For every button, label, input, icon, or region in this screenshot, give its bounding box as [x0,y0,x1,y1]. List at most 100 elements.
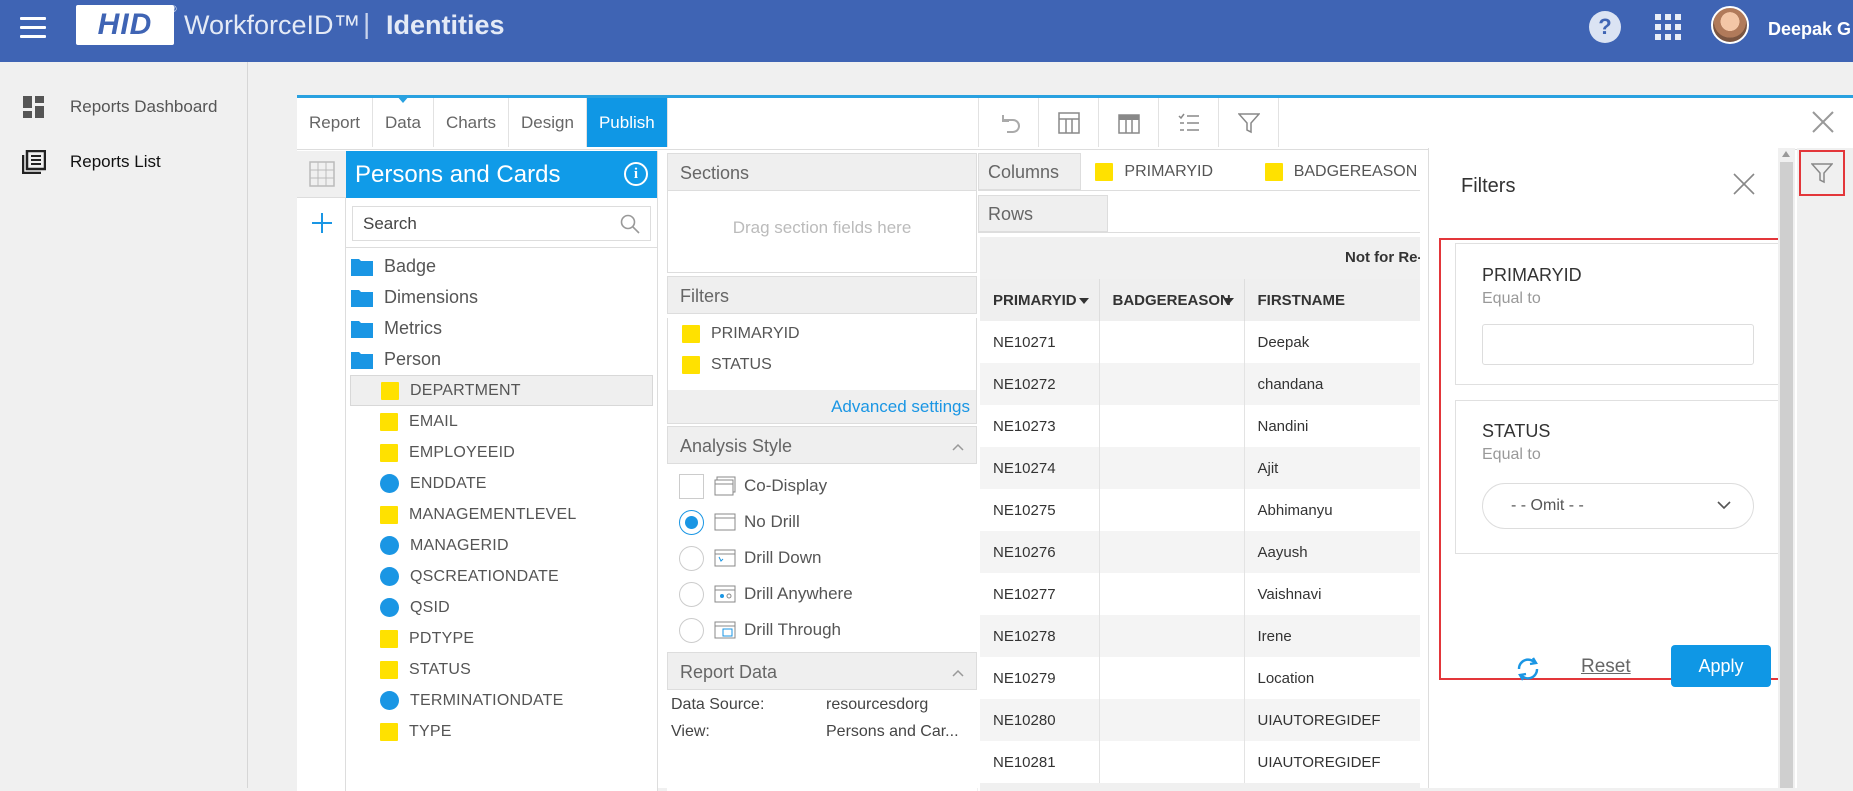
info-icon[interactable]: i [624,162,648,186]
column-chip-badgereason[interactable]: BADGEREASON [1264,153,1420,190]
field-managementlevel[interactable]: MANAGEMENTLEVEL [350,499,653,530]
avatar[interactable] [1711,6,1749,44]
flyout-scrollbar[interactable] [1778,148,1795,788]
list-options-button[interactable] [1159,98,1219,147]
column-chip-primaryid[interactable]: PRIMARYID [1095,153,1250,190]
table-row[interactable]: NE10281 UIAUTOREGIDEF [980,741,1420,783]
field-type[interactable]: TYPE [350,716,653,747]
analysis-style-header[interactable]: Analysis Style [667,426,977,464]
folder-person[interactable]: Person [346,344,657,375]
cell-firstname: Irene [1244,615,1420,657]
close-icon[interactable] [1733,173,1755,195]
columns-shelf[interactable]: Columns PRIMARYID BADGEREASON [978,153,1420,191]
radio[interactable] [679,617,704,643]
field-qscreationdate[interactable]: QSCREATIONDATE [350,561,653,592]
scroll-up-icon[interactable] [1782,151,1790,157]
radio[interactable] [679,545,704,571]
primaryid-value-input[interactable] [1482,324,1754,365]
folder-badge[interactable]: Badge [346,251,657,282]
columns-button[interactable] [1099,98,1159,147]
column-header-firstname[interactable]: FIRSTNAME [1244,279,1420,321]
refresh-icon[interactable] [1513,654,1543,684]
table-row[interactable]: NE10273 Nandini [980,405,1420,447]
table-row[interactable]: NE10271 Deepak [980,321,1420,363]
table-layout-button[interactable] [1039,98,1099,147]
table-row[interactable]: NE10276 Aayush [980,531,1420,573]
tab-design[interactable]: Design [509,98,587,147]
rows-shelf[interactable]: Rows [978,195,1420,233]
folder-metrics[interactable]: Metrics [346,313,657,344]
grid-view-button[interactable] [297,151,346,198]
column-header-primaryid[interactable]: PRIMARYID [980,279,1100,321]
apply-button[interactable]: Apply [1671,645,1771,687]
table-row[interactable]: NE10278 Irene [980,615,1420,657]
report-data-header[interactable]: Report Data [667,652,977,690]
table-row[interactable]: NE10280 UIAUTOREGIDEF [980,699,1420,741]
data-source-row: Data Source: resourcesdorg [667,696,977,723]
field-terminationdate[interactable]: TERMINATIONDATE [350,685,653,716]
checkbox[interactable] [679,473,704,499]
add-button[interactable] [297,198,346,247]
chevron-down-icon [1717,501,1731,510]
sidebar-item-reports-list[interactable]: Reports List [22,147,161,177]
filters-drop-area[interactable]: PRIMARYID STATUS Advanced settings [667,318,977,424]
sort-icon[interactable] [1078,298,1089,304]
scroll-thumb[interactable] [1780,162,1793,788]
report-table-container: Not for Re-Sale PRIMARYID BADGEREASON FI… [980,237,1420,791]
reset-link[interactable]: Reset [1581,656,1631,678]
field-enddate[interactable]: ENDDATE [350,468,653,499]
table-row[interactable]: NE10272 chandana [980,363,1420,405]
cell-primaryid: NE10272 [980,363,1100,405]
metric-icon [380,536,399,555]
sort-icon[interactable] [1223,298,1234,304]
field-employeeid[interactable]: EMPLOYEEID [350,437,653,468]
builder-toolbar [978,98,1279,147]
filter-item-status[interactable]: STATUS [668,349,976,380]
cell-firstname: Location [1244,657,1420,699]
filter-toolbar-button[interactable] [1219,98,1279,147]
field-department[interactable]: DEPARTMENT [350,375,653,406]
field-managerid[interactable]: MANAGERID [350,530,653,561]
apps-grid-icon[interactable] [1655,14,1681,40]
chevron-up-icon[interactable] [952,441,964,453]
sidebar-item-reports-dashboard[interactable]: Reports Dashboard [22,92,217,122]
search-input[interactable] [353,207,650,240]
hamburger-menu-icon[interactable] [20,17,46,39]
field-qsid[interactable]: QSID [350,592,653,623]
tab-report[interactable]: Report [297,98,374,147]
user-name[interactable]: Deepak G [1768,19,1851,40]
status-select[interactable]: - - Omit - - [1482,483,1754,529]
option-drill-down[interactable]: Drill Down [667,540,977,576]
field-email[interactable]: EMAIL [350,406,653,437]
tab-charts[interactable]: Charts [434,98,510,147]
advanced-settings-link[interactable]: Advanced settings [668,390,976,423]
option-co-display[interactable]: Co-Display [667,468,977,504]
option-drill-anywhere[interactable]: Drill Anywhere [667,576,977,612]
filter-label: PRIMARYID [711,324,800,342]
filter-operator: Equal to [1482,446,1541,463]
search-icon[interactable] [620,214,640,234]
table-row[interactable]: NE10274 Ajit [980,447,1420,489]
field-label: ENDDATE [410,474,487,492]
option-no-drill[interactable]: No Drill [667,504,977,540]
chevron-up-icon[interactable] [952,667,964,679]
close-icon[interactable] [1811,110,1835,134]
column-header-badgereason[interactable]: BADGEREASON [1099,279,1245,321]
fields-panel: Persons and Cards i Badge Dimensions Met… [346,151,658,791]
filter-panel-toggle[interactable] [1799,150,1845,196]
table-row[interactable]: NE10279 Location [980,657,1420,699]
filter-item-primaryid[interactable]: PRIMARYID [668,318,976,349]
field-status[interactable]: STATUS [350,654,653,685]
tab-data[interactable]: Data [373,95,434,147]
folder-dimensions[interactable]: Dimensions [346,282,657,313]
help-icon[interactable]: ? [1589,11,1621,43]
radio-selected[interactable] [679,509,704,535]
option-drill-through[interactable]: Drill Through [667,612,977,648]
radio[interactable] [679,581,704,607]
tab-publish[interactable]: Publish [586,98,668,147]
undo-button[interactable] [979,98,1039,147]
table-row[interactable]: NE10277 Vaishnavi [980,573,1420,615]
sections-drop-area[interactable]: Drag section fields here [667,191,977,273]
table-row[interactable]: NE10275 Abhimanyu [980,489,1420,531]
field-pdtype[interactable]: PDTYPE [350,623,653,654]
